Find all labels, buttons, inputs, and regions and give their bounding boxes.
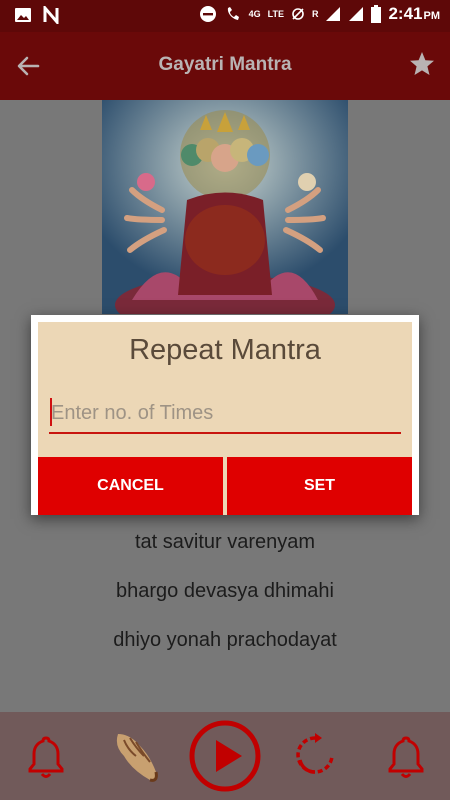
lte-label: LTE xyxy=(267,9,284,19)
deity-image xyxy=(102,100,348,314)
repeat-icon[interactable] xyxy=(294,732,336,780)
lyric-line-2: tat savitur varenyam xyxy=(134,531,316,553)
conch-shell-icon[interactable] xyxy=(110,726,162,786)
clock-ampm: PM xyxy=(423,10,441,22)
text-cursor xyxy=(50,398,52,426)
bell-icon[interactable] xyxy=(26,734,66,780)
play-icon[interactable] xyxy=(188,718,262,794)
lyric-line-4: dhiyo yonah prachodayat xyxy=(113,629,337,651)
battery-icon xyxy=(371,5,382,23)
signal-icon xyxy=(326,7,341,21)
dialog-body: Repeat Mantra CANCEL SET xyxy=(38,322,412,515)
image-icon xyxy=(15,8,31,22)
wifi-calling-icon xyxy=(227,7,239,20)
network-type-label: 4G xyxy=(248,9,261,19)
roaming-label: R xyxy=(311,9,319,19)
data-saver-icon xyxy=(292,8,304,20)
signal-2-icon xyxy=(349,7,364,21)
player-controls xyxy=(0,712,450,800)
cancel-button[interactable]: CANCEL xyxy=(38,457,223,515)
do-not-disturb-icon xyxy=(199,6,216,22)
clock-time: 2:41 xyxy=(388,4,423,23)
gayatri-illustration xyxy=(102,100,348,314)
bell-2-icon[interactable] xyxy=(386,734,426,780)
status-bar: 4G LTE R 2:41PM xyxy=(0,0,450,32)
lyric-line-3: bhargo devasya dhimahi xyxy=(116,580,334,602)
star-icon[interactable] xyxy=(408,50,436,78)
set-button[interactable]: SET xyxy=(227,457,412,515)
status-indicators: 4G LTE R 2:41PM xyxy=(199,4,440,24)
status-notifications xyxy=(14,6,60,24)
repeat-mantra-dialog: Repeat Mantra CANCEL SET xyxy=(31,315,419,515)
dialog-title: Repeat Mantra xyxy=(129,334,321,366)
app-bar: Gayatri Mantra xyxy=(0,32,450,100)
repeat-count-input[interactable] xyxy=(49,394,401,434)
page-title: Gayatri Mantra xyxy=(158,54,292,75)
n-logo-icon xyxy=(43,6,59,24)
